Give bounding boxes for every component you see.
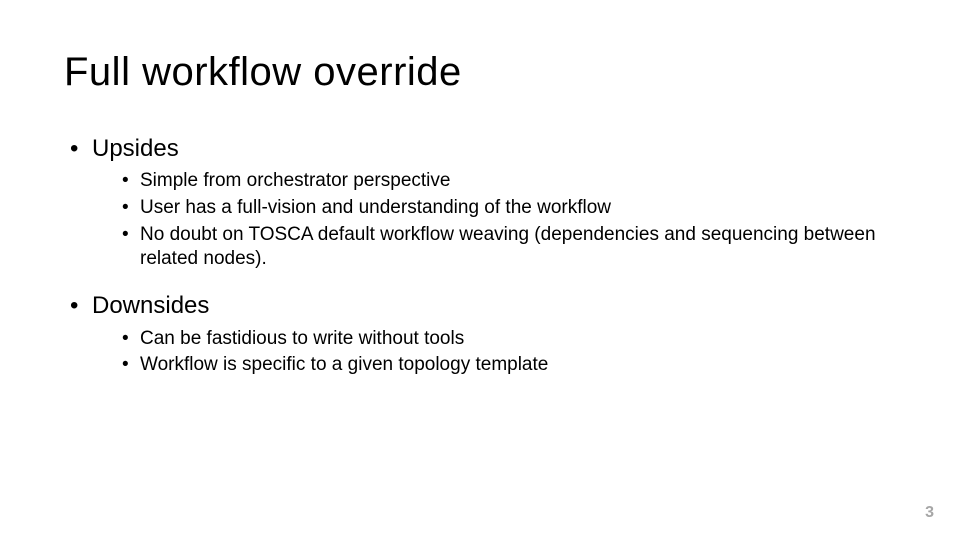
list-item: User has a full-vision and understanding… <box>92 196 896 221</box>
list-item: Simple from orchestrator perspective <box>92 169 896 194</box>
upsides-list: Simple from orchestrator perspective Use… <box>92 169 896 272</box>
list-item: Can be fastidious to write without tools <box>92 327 896 352</box>
downsides-list: Can be fastidious to write without tools… <box>92 327 896 378</box>
list-item: Workflow is specific to a given topology… <box>92 353 896 378</box>
page-number: 3 <box>925 504 934 522</box>
section-upsides: Upsides Simple from orchestrator perspec… <box>64 133 896 272</box>
section-heading: Upsides <box>92 135 179 162</box>
list-item: No doubt on TOSCA default workflow weavi… <box>92 223 896 272</box>
content-list: Upsides Simple from orchestrator perspec… <box>64 133 896 378</box>
slide: Full workflow override Upsides Simple fr… <box>0 0 960 540</box>
slide-title: Full workflow override <box>64 50 896 95</box>
section-heading: Downsides <box>92 292 209 319</box>
section-downsides: Downsides Can be fastidious to write wit… <box>64 290 896 378</box>
